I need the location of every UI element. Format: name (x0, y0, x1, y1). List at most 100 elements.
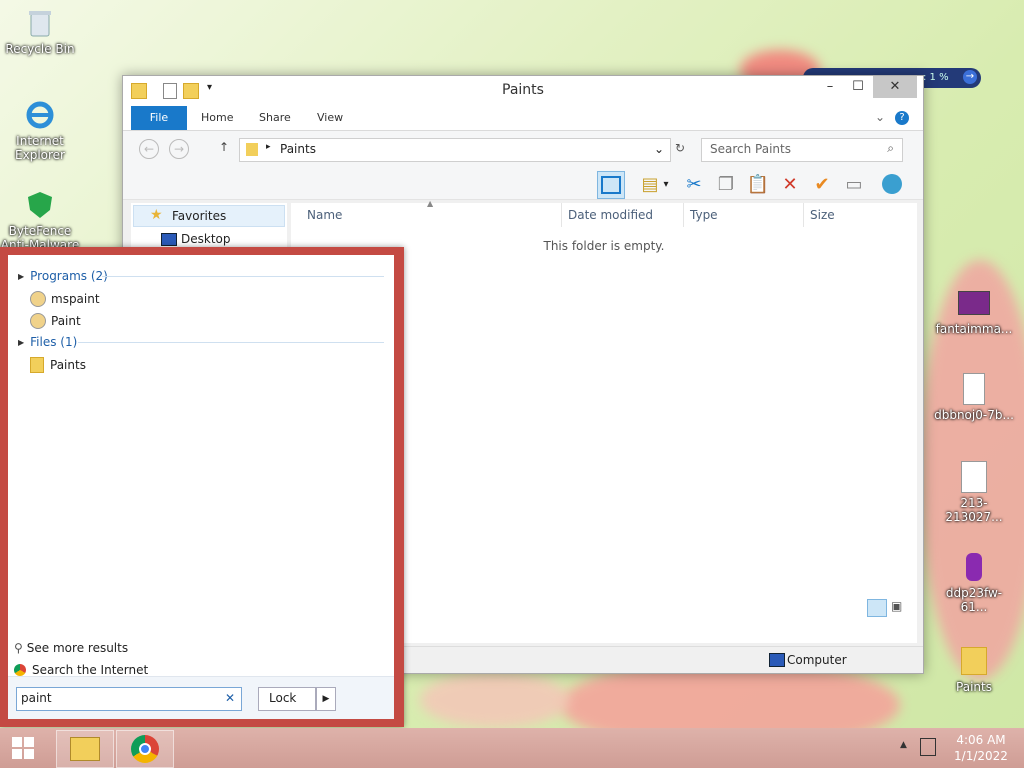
minimize-button[interactable]: – (815, 76, 845, 98)
clock[interactable]: 4:06 AM 1/1/2022 (948, 732, 1014, 764)
see-more-results-link[interactable]: ⚲ See more results (14, 641, 128, 655)
desktop-icon-label: fantaimma... (935, 322, 1013, 336)
start-button[interactable] (6, 734, 40, 762)
desktop-icon-file[interactable]: dbbnoj0-7b... (934, 372, 1014, 422)
programs-group-header[interactable]: ▶ Programs (2) (18, 269, 108, 283)
desktop-icon-file[interactable]: 213-213027... (934, 460, 1014, 524)
ribbon-tabs: File Home Share View ⌄ ? (123, 106, 923, 131)
delete-icon[interactable]: ✕ (777, 171, 803, 197)
checkmark-icon[interactable]: ✔ (809, 171, 835, 197)
search-results: ▶ Programs (2) mspaint Paint ▶ Files (1)… (8, 255, 394, 719)
windows-logo-icon (12, 737, 34, 759)
result-item-paint[interactable]: Paint (30, 313, 81, 329)
result-label: Paint (51, 314, 81, 328)
image-file-icon (957, 372, 991, 406)
globe-icon[interactable] (879, 171, 905, 197)
column-header-name[interactable]: Name (307, 203, 557, 227)
forward-icon[interactable]: → (169, 139, 189, 159)
desktop-icon-paints-folder[interactable]: Paints (934, 644, 1014, 694)
result-item-paints-folder[interactable]: Paints (30, 357, 86, 373)
bytefence-icon (23, 188, 57, 222)
preview-pane-icon[interactable] (597, 171, 625, 199)
favorites-label: Favorites (172, 209, 227, 223)
desktop-icon-file[interactable]: ddp23fw-61... (934, 550, 1014, 614)
search-placeholder: Search Paints (710, 142, 791, 156)
see-more-label: See more results (26, 641, 129, 655)
copy-icon[interactable]: ❐ (713, 171, 739, 197)
widget-text: : 1 % (923, 72, 949, 83)
image-file-icon (957, 286, 991, 320)
result-item-mspaint[interactable]: mspaint (30, 291, 100, 307)
desktop-icon-recycle-bin[interactable]: Recycle Bin (0, 6, 80, 56)
tab-view[interactable]: View (305, 106, 355, 130)
lock-button[interactable]: Lock (258, 687, 316, 711)
column-header-size[interactable]: Size (803, 203, 880, 227)
large-icons-view-icon[interactable]: ▣ (891, 599, 907, 615)
taskbar-file-explorer[interactable] (56, 730, 114, 768)
files-group-header[interactable]: ▶ Files (1) (18, 335, 77, 349)
rename-icon[interactable]: ▭ (841, 171, 867, 197)
desktop-icon-label: 213-213027... (945, 496, 1003, 524)
arrow-right-icon: ▶ (322, 694, 330, 704)
desktop-label: Desktop (181, 232, 231, 246)
clock-time: 4:06 AM (956, 733, 1006, 747)
expand-icon: ▶ (18, 271, 25, 281)
cut-icon[interactable]: ✂ (681, 171, 707, 197)
folder-icon (30, 357, 44, 373)
search-box[interactable]: Search Paints ⌕ (701, 138, 903, 162)
search-query-input[interactable]: paint ✕ (16, 687, 242, 711)
group-divider (78, 342, 384, 343)
paste-icon[interactable]: 📋 (745, 171, 771, 197)
programs-header-label: Programs (2) (30, 269, 108, 283)
details-view-icon[interactable] (867, 599, 887, 617)
desktop-icon-internet-explorer[interactable]: Internet Explorer (0, 98, 80, 162)
nav-favorites[interactable]: ★ Favorites (133, 205, 285, 227)
search-internet-label: Search the Internet (32, 663, 149, 677)
nav-desktop[interactable]: Desktop (133, 229, 283, 249)
desktop-icon (161, 233, 177, 246)
result-label: mspaint (51, 292, 100, 306)
address-bar[interactable]: ▸ Paints ⌄ (239, 138, 671, 162)
column-header-date-modified[interactable]: Date modified (561, 203, 686, 227)
taskbar-chrome[interactable] (116, 730, 174, 768)
search-internet-link[interactable]: Search the Internet (14, 663, 148, 677)
taskbar: ▲ 4:06 AM 1/1/2022 (0, 728, 1024, 768)
desktop-icon-bytefence[interactable]: ByteFence Anti-Malware (0, 188, 80, 252)
tab-file[interactable]: File (131, 106, 187, 130)
computer-icon (769, 653, 785, 667)
status-location: Computer (787, 653, 847, 667)
close-button[interactable]: ✕ (873, 76, 917, 98)
back-icon[interactable]: ← (139, 139, 159, 159)
wallpaper-flower (420, 672, 570, 728)
up-icon[interactable]: ↑ (219, 140, 229, 154)
search-bottom-bar: paint ✕ Lock ▶ (8, 676, 394, 719)
paint-app-icon (30, 291, 46, 307)
desktop-icon-label: Internet Explorer (15, 134, 65, 162)
title-bar[interactable]: ▾ Paints – ☐ ✕ (123, 76, 923, 106)
expand-icon: ▶ (18, 337, 25, 347)
tab-share[interactable]: Share (247, 106, 303, 130)
chevron-down-icon[interactable]: ⌄ (875, 110, 885, 124)
desktop-icon-label: Paints (956, 680, 992, 694)
breadcrumb-paints[interactable]: Paints (280, 142, 316, 156)
chrome-icon (14, 664, 26, 676)
clear-icon[interactable]: ✕ (225, 691, 235, 705)
power-options-button[interactable]: ▶ (316, 687, 336, 711)
chevron-down-icon[interactable]: ⌄ (654, 142, 664, 156)
chevron-down-icon[interactable]: ▾ (659, 171, 673, 197)
window-title: Paints (502, 82, 544, 98)
arrow-right-icon: → (963, 70, 977, 84)
help-icon[interactable]: ? (895, 111, 909, 125)
desktop-icon-file[interactable]: fantaimma... (934, 286, 1014, 336)
image-file-icon (957, 550, 991, 584)
column-header-type[interactable]: Type (683, 203, 800, 227)
start-search-panel: ▶ Programs (2) mspaint Paint ▶ Files (1)… (0, 247, 404, 727)
query-text: paint (21, 691, 52, 705)
tab-home[interactable]: Home (189, 106, 245, 130)
clock-date: 1/1/2022 (954, 749, 1008, 763)
refresh-icon[interactable]: ↻ (675, 141, 685, 155)
network-icon[interactable] (920, 738, 936, 756)
maximize-button[interactable]: ☐ (843, 76, 873, 98)
desktop-icon-label: Recycle Bin (5, 42, 75, 56)
show-hidden-icons[interactable]: ▲ (900, 740, 907, 750)
